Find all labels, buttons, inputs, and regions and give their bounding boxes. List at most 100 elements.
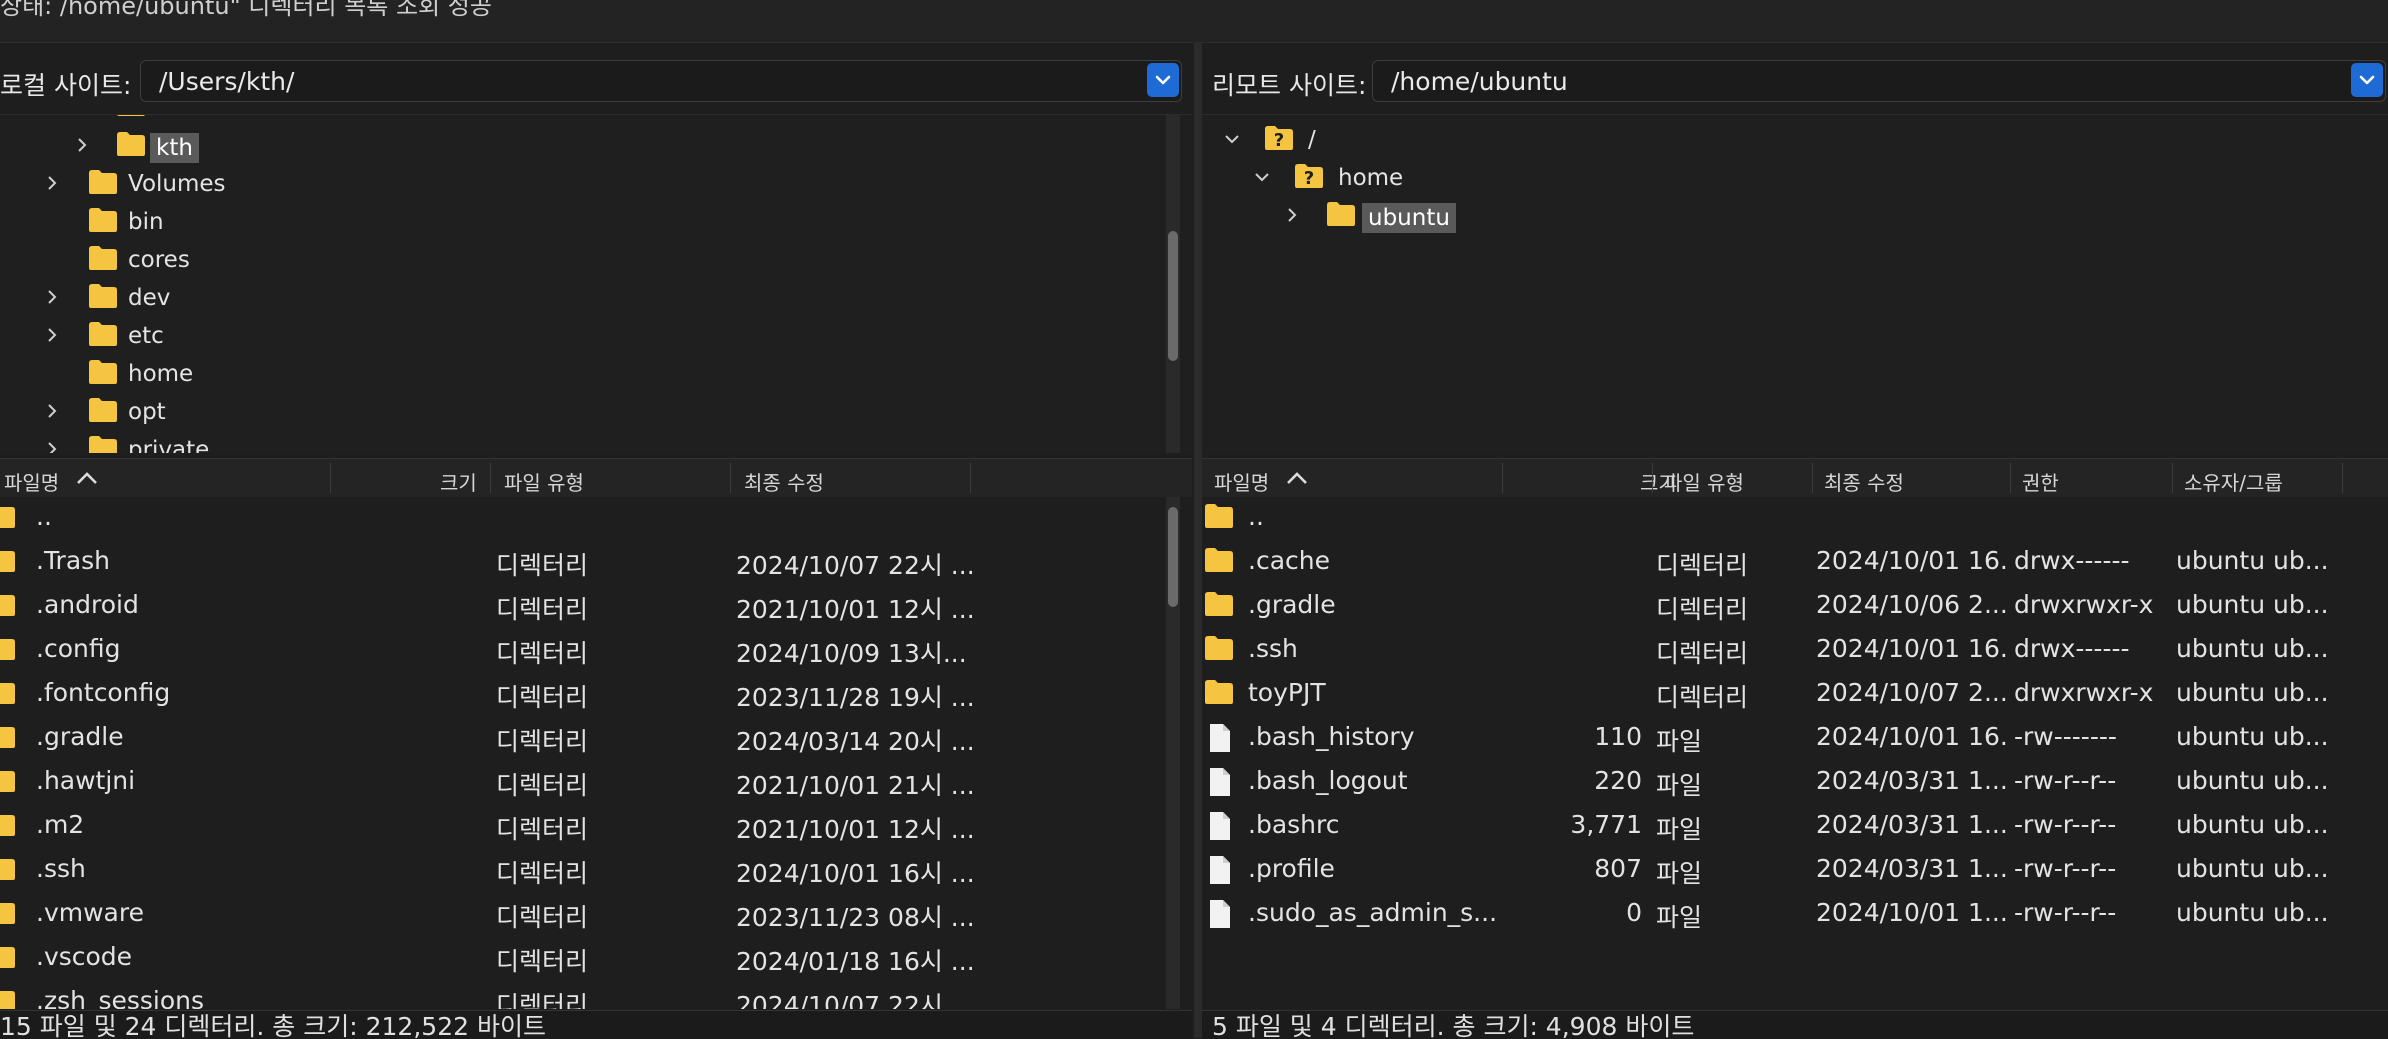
tree-item-volumes[interactable]: Volumes (0, 165, 1160, 203)
column-header-type[interactable]: 파일 유형 (504, 467, 584, 496)
file-size: 110 (1594, 722, 1642, 751)
file-row[interactable]: .vscode 디렉터리 2024/01/18 16시 ... (0, 933, 1160, 977)
file-name: .fontconfig (36, 678, 171, 707)
chevron-right-icon[interactable] (42, 439, 62, 453)
sort-ascending-icon[interactable] (74, 469, 100, 487)
file-row[interactable]: .bash_history 110 파일 2024/10/01 16... -rw---… (1202, 713, 2382, 757)
column-header-modified[interactable]: 최종 수정 (744, 467, 824, 496)
file-icon (1208, 767, 1232, 803)
folder-icon (88, 397, 118, 429)
tree-item-label[interactable]: home (128, 361, 193, 387)
column-header-owner[interactable]: 소유자/그룹 (2184, 467, 2283, 496)
file-row[interactable]: .fontconfig 디렉터리 2023/11/28 19시 ... (0, 669, 1160, 713)
local-site-label: 로컬 사이트: (0, 71, 132, 100)
tree-item-cores[interactable]: cores (0, 241, 1160, 279)
tree-item-kth[interactable]: kth (0, 127, 1160, 165)
file-row[interactable]: .. (0, 497, 1160, 537)
file-row[interactable]: .hawtjni 디렉터리 2021/10/01 21시 ... (0, 757, 1160, 801)
file-row[interactable]: .sudo_as_admin_s... 0 파일 2024/10/01 1... -rw… (1202, 889, 2382, 933)
column-header-modified[interactable]: 최종 수정 (1824, 467, 1904, 496)
tree-item-etc[interactable]: etc (0, 317, 1160, 355)
file-row[interactable]: .gradle 디렉터리 2024/03/14 20시 ... (0, 713, 1160, 757)
local-directory-tree[interactable]: kth Volumes bin cores dev etc home opt p… (0, 114, 1192, 453)
file-name: .android (36, 590, 139, 619)
file-permissions: -rw-r--r-- (2014, 810, 2117, 839)
pane-splitter[interactable] (1194, 42, 1202, 1038)
chevron-down-icon[interactable] (1222, 129, 1242, 149)
column-header-type[interactable]: 파일 유형 (1664, 467, 1744, 496)
column-header-name[interactable]: 파일명 (4, 467, 59, 496)
tree-item-label[interactable]: home (1338, 165, 1403, 191)
chevron-down-icon[interactable] (1147, 63, 1179, 97)
remote-file-list[interactable]: .. .cache 디렉터리 2024/10/01 16... drwx------ ub… (1202, 497, 2388, 1009)
chevron-right-icon[interactable] (42, 173, 62, 193)
tree-item-label[interactable]: opt (128, 399, 166, 425)
file-row[interactable]: .ssh 디렉터리 2024/10/01 16시 ... (0, 845, 1160, 889)
file-row[interactable]: .cache 디렉터리 2024/10/01 16... drwx------ ubun… (1202, 537, 2382, 581)
file-icon (1208, 723, 1232, 759)
local-file-list[interactable]: .zsh_sessions 디렉터리 2024/10/07 22시 ... .vsco… (0, 497, 1192, 1009)
tree-item-label[interactable]: bin (128, 209, 164, 235)
file-row[interactable]: .m2 디렉터리 2021/10/01 12시 ... (0, 801, 1160, 845)
file-row[interactable]: .vmware 디렉터리 2023/11/23 08시 ... (0, 889, 1160, 933)
file-row[interactable]: .bashrc 3,771 파일 2024/03/31 1... -rw-r--r-- u… (1202, 801, 2382, 845)
tree-item-opt[interactable]: opt (0, 393, 1160, 431)
local-path-value[interactable]: /Users/kth/ (159, 67, 294, 96)
local-path-combo[interactable]: /Users/kth/ (140, 60, 1182, 102)
local-list-scrollbar[interactable] (1166, 497, 1180, 1009)
scrollbar-thumb[interactable] (1168, 507, 1178, 607)
tree-item-home[interactable]: ? home (1202, 159, 2382, 197)
folder-icon (0, 987, 16, 1009)
tree-item-private[interactable]: private (0, 431, 1160, 453)
tree-item-label[interactable]: Volumes (128, 171, 226, 197)
folder-unknown-icon: ? (1294, 163, 1324, 195)
chevron-down-icon[interactable] (2351, 63, 2383, 97)
tree-item-label[interactable]: kth (150, 133, 199, 163)
chevron-right-icon[interactable] (1282, 205, 1302, 225)
sort-ascending-icon[interactable] (1284, 469, 1310, 487)
file-row[interactable]: .bash_logout 220 파일 2024/03/31 1... -rw-r--r… (1202, 757, 2382, 801)
file-type: 디렉터리 (496, 859, 589, 888)
chevron-right-icon[interactable] (72, 135, 92, 155)
file-row[interactable]: .ssh 디렉터리 2024/10/01 16... drwx------ ubuntu… (1202, 625, 2382, 669)
file-row[interactable]: .android 디렉터리 2021/10/01 12시 ... (0, 581, 1160, 625)
file-row[interactable]: .Trash 디렉터리 2024/10/07 22시 ... (0, 537, 1160, 581)
tree-item-bin[interactable]: bin (0, 203, 1160, 241)
tree-item-root[interactable]: ? / (1202, 121, 2382, 159)
file-modified: 2024/03/31 1... (1816, 766, 2006, 795)
file-row[interactable]: .zsh_sessions 디렉터리 2024/10/07 22시 ... (0, 977, 1160, 1009)
folder-icon (0, 591, 16, 623)
chevron-right-icon[interactable] (42, 325, 62, 345)
tree-item-label[interactable]: private (128, 437, 209, 453)
file-permissions: drwxrwxr-x (2014, 678, 2154, 707)
file-modified: 2021/10/01 12시 ... (736, 595, 975, 624)
local-tree-scrollbar[interactable] (1166, 115, 1180, 453)
file-row[interactable]: .gradle 디렉터리 2024/10/06 2... drwxrwxr-x ubun… (1202, 581, 2382, 625)
file-row[interactable]: .config 디렉터리 2024/10/09 13시... (0, 625, 1160, 669)
scrollbar-thumb[interactable] (1168, 231, 1178, 361)
chevron-down-icon[interactable] (1252, 167, 1272, 187)
column-header-name[interactable]: 파일명 (1214, 467, 1269, 496)
tree-item-home[interactable]: home (0, 355, 1160, 393)
remote-path-combo[interactable]: /home/ubuntu (1372, 60, 2386, 102)
remote-path-value[interactable]: /home/ubuntu (1391, 67, 1568, 96)
file-name: .gradle (1248, 590, 1336, 619)
tree-item-ubuntu[interactable]: ubuntu (1202, 197, 2382, 235)
file-modified: 2024/10/07 22시 ... (736, 991, 975, 1009)
chevron-right-icon[interactable] (42, 287, 62, 307)
folder-icon (0, 767, 16, 799)
tree-item-label[interactable]: dev (128, 285, 170, 311)
tree-item-label[interactable]: cores (128, 247, 190, 273)
column-header-permissions[interactable]: 권한 (2022, 467, 2059, 496)
file-type: 디렉터리 (1656, 595, 1749, 624)
file-row[interactable]: .profile 807 파일 2024/03/31 1... -rw-r--r-- ub… (1202, 845, 2382, 889)
tree-item-label[interactable]: etc (128, 323, 164, 349)
remote-directory-tree[interactable]: ? / ? home ubuntu (1202, 114, 2388, 453)
file-row[interactable]: toyPJT 디렉터리 2024/10/07 2... drwxrwxr-x ubunt… (1202, 669, 2382, 713)
tree-item-label[interactable]: / (1308, 127, 1316, 153)
chevron-right-icon[interactable] (42, 401, 62, 421)
tree-item-dev[interactable]: dev (0, 279, 1160, 317)
column-header-size[interactable]: 크기 (440, 467, 477, 496)
file-row[interactable]: .. (1202, 497, 2382, 537)
tree-item-label[interactable]: ubuntu (1362, 203, 1456, 233)
